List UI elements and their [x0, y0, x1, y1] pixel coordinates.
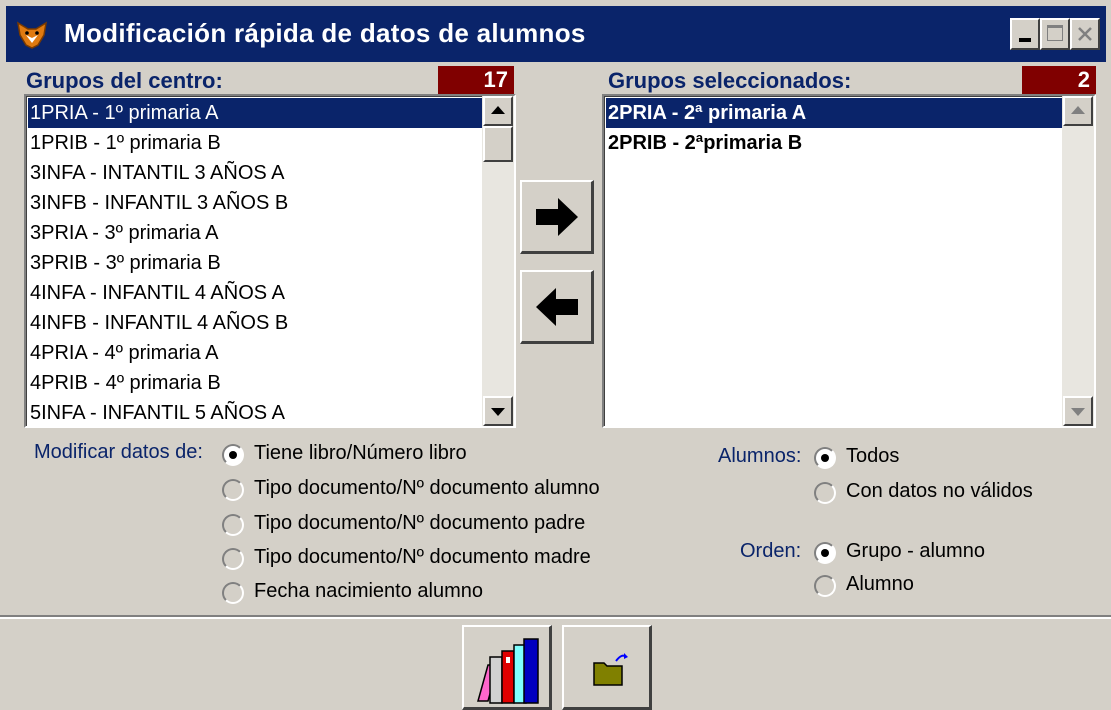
minimize-button[interactable]	[1010, 18, 1040, 50]
radio-label: Tipo documento/Nº documento madre	[254, 546, 591, 568]
list-item[interactable]: 4INFA - INFANTIL 4 AÑOS A	[28, 278, 285, 308]
radio-button[interactable]	[814, 482, 836, 504]
radio-label: Fecha nacimiento alumno	[254, 580, 484, 602]
title-bar[interactable]: Modificación rápida de datos de alumnos	[6, 6, 1106, 62]
maximize-button[interactable]	[1040, 18, 1070, 50]
add-group-button[interactable]	[520, 180, 594, 254]
radio-label: Alumno	[846, 573, 914, 595]
list-item[interactable]: 5INFA - INFANTIL 5 AÑOS A	[28, 398, 285, 428]
books-icon	[477, 638, 539, 704]
radio-button[interactable]	[222, 444, 244, 466]
books-button[interactable]	[462, 625, 552, 710]
maximize-icon	[1047, 25, 1063, 41]
radio-button[interactable]	[222, 548, 244, 570]
radio-button[interactable]	[222, 582, 244, 604]
separator	[0, 615, 1111, 619]
main-window: Modificación rápida de datos de alumnos …	[0, 0, 1111, 710]
scroll-down-icon	[1071, 408, 1085, 416]
groups-listbox[interactable]: 1PRIA - 1º primaria A 1PRIB - 1º primari…	[24, 94, 516, 428]
exit-folder-icon	[593, 653, 628, 686]
scroll-down-icon	[491, 408, 505, 416]
radio-label: Con datos no válidos	[846, 480, 1033, 502]
radio-label: Grupo - alumno	[846, 540, 985, 562]
scroll-up-icon	[1071, 106, 1085, 114]
scroll-up-button[interactable]	[1063, 96, 1093, 126]
exit-button[interactable]	[562, 625, 652, 710]
scroll-down-button[interactable]	[483, 396, 513, 426]
minimize-icon	[1019, 38, 1031, 42]
left-list-label: Grupos del centro:	[26, 68, 223, 93]
scroll-thumb[interactable]	[483, 126, 513, 162]
list-item[interactable]: 4PRIB - 4º primaria B	[28, 368, 221, 398]
arrow-right-icon	[536, 198, 578, 236]
scroll-up-button[interactable]	[483, 96, 513, 126]
list-item[interactable]: 1PRIB - 1º primaria B	[28, 128, 221, 158]
close-button[interactable]	[1070, 18, 1100, 50]
radio-button[interactable]	[222, 479, 244, 501]
remove-group-button[interactable]	[520, 270, 594, 344]
scroll-down-button[interactable]	[1063, 396, 1093, 426]
modify-data-label: Modificar datos de:	[34, 441, 203, 463]
list-item[interactable]: 3INFA - INTANTIL 3 AÑOS A	[28, 158, 285, 188]
radio-label: Tipo documento/Nº documento alumno	[254, 477, 600, 499]
right-list-label: Grupos seleccionados:	[608, 68, 852, 93]
radio-label: Tipo documento/Nº documento padre	[254, 512, 586, 534]
list-item[interactable]: 3PRIB - 3º primaria B	[28, 248, 221, 278]
scroll-up-icon	[491, 106, 505, 114]
arrow-left-icon	[536, 288, 578, 326]
list-item[interactable]: 2PRIB - 2ªprimaria B	[606, 128, 802, 158]
list-item[interactable]: 3INFB - INFANTIL 3 AÑOS B	[28, 188, 288, 218]
students-label: Alumnos:	[718, 445, 802, 467]
right-scrollbar[interactable]	[1062, 96, 1094, 426]
radio-label: Tiene libro/Número libro	[254, 442, 467, 464]
list-item[interactable]: 1PRIA - 1º primaria A	[28, 98, 482, 128]
order-label: Orden:	[740, 540, 802, 562]
list-item[interactable]: 2PRIA - 2ª primaria A	[606, 98, 1062, 128]
radio-label: Todos	[846, 445, 900, 467]
selected-groups-listbox[interactable]: 2PRIA - 2ª primaria A 2PRIB - 2ªprimaria…	[602, 94, 1096, 428]
list-item[interactable]: 4PRIA - 4º primaria A	[28, 338, 219, 368]
list-item[interactable]: 3PRIA - 3º primaria A	[28, 218, 219, 248]
left-scrollbar[interactable]	[482, 96, 514, 426]
left-list-count: 17	[438, 66, 514, 94]
list-item[interactable]: 4INFB - INFANTIL 4 AÑOS B	[28, 308, 288, 338]
radio-button[interactable]	[814, 542, 836, 564]
radio-button[interactable]	[814, 447, 836, 469]
window-title: Modificación rápida de datos de alumnos	[64, 18, 586, 48]
close-icon	[1078, 27, 1092, 41]
right-list-count: 2	[1022, 66, 1096, 94]
radio-button[interactable]	[222, 514, 244, 536]
radio-button[interactable]	[814, 575, 836, 597]
fox-app-icon	[16, 21, 48, 49]
